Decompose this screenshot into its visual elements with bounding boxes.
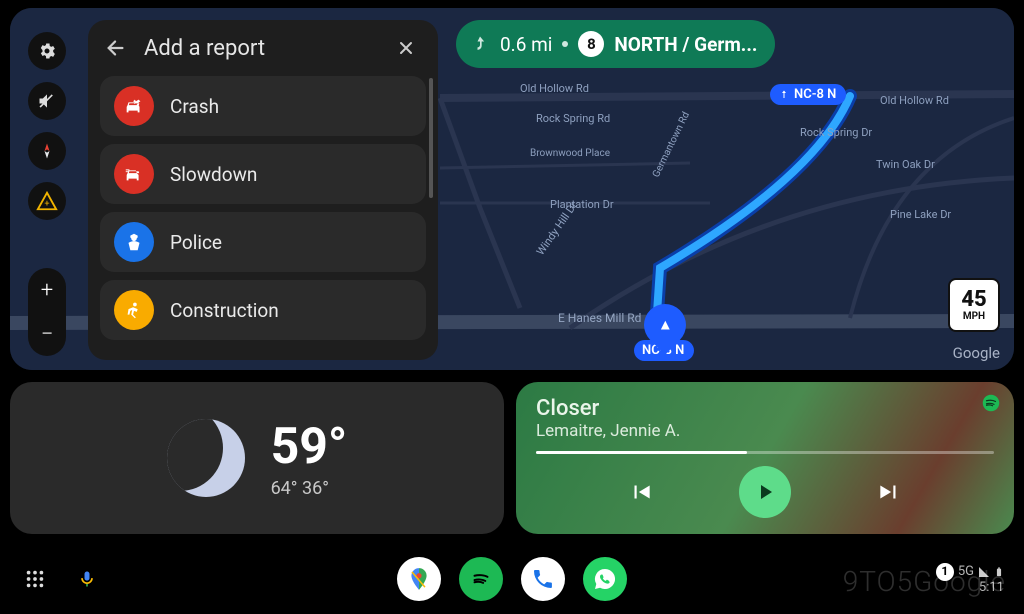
play-button[interactable] [739, 466, 791, 518]
close-button[interactable] [392, 34, 420, 62]
dock: 1 5G 5:11 [0, 544, 1024, 614]
previous-track-button[interactable] [623, 474, 659, 510]
report-panel-title: Add a report [144, 36, 378, 61]
report-item-label: Construction [170, 299, 279, 322]
app-maps[interactable] [397, 557, 441, 601]
weather-temperature: 59° [271, 418, 348, 476]
road-label: Brownwood Place [530, 148, 610, 159]
road-label: Twin Oak Dr [876, 158, 935, 171]
route-shield: 8 [578, 31, 604, 57]
report-panel: Add a report Crash Slowdown Police [88, 20, 438, 360]
road-label: Rock Spring Rd [536, 112, 610, 125]
zoom-out-button[interactable]: − [28, 312, 66, 356]
weather-card[interactable]: 59° 64° 36° [10, 382, 504, 534]
svg-text:+: + [44, 200, 49, 210]
compass-button[interactable] [28, 132, 66, 170]
crash-icon [114, 86, 154, 126]
road-label: Old Hollow Rd [520, 82, 589, 95]
separator-dot [562, 41, 568, 47]
direction-banner[interactable]: 0.6 mi 8 NORTH / Germ... [456, 20, 775, 68]
road-label: Plantation Dr [550, 198, 614, 211]
road-label: E Hanes Mill Rd [558, 311, 641, 325]
road-label: Rock Spring Dr [800, 126, 872, 139]
slowdown-icon [114, 154, 154, 194]
clock: 5:11 [979, 581, 1004, 595]
report-item-police[interactable]: Police [100, 212, 426, 272]
battery-icon [994, 565, 1004, 579]
network-indicator: 5G [958, 565, 974, 579]
media-progress-fill [536, 451, 747, 454]
scrollbar[interactable] [429, 78, 433, 198]
report-item-slowdown[interactable]: Slowdown [100, 144, 426, 204]
media-progress-bar[interactable] [536, 451, 994, 454]
spotify-icon [982, 394, 1000, 412]
zoom-in-button[interactable]: + [28, 268, 66, 312]
back-button[interactable] [102, 34, 130, 62]
direction-road-name: NORTH / Germ... [614, 33, 757, 56]
weather-high-low: 64° 36° [271, 478, 329, 499]
app-whatsapp[interactable] [583, 557, 627, 601]
report-item-crash[interactable]: Crash [100, 76, 426, 136]
app-spotify[interactable] [459, 557, 503, 601]
speed-limit-unit: MPH [963, 311, 985, 322]
construction-icon [114, 290, 154, 330]
report-item-label: Crash [170, 95, 219, 118]
mute-button[interactable] [28, 82, 66, 120]
voice-assistant-button[interactable] [72, 564, 102, 594]
police-icon [114, 222, 154, 262]
report-item-label: Police [170, 231, 222, 254]
app-phone[interactable] [521, 557, 565, 601]
notification-badge[interactable]: 1 [936, 563, 954, 581]
zoom-control: + − [28, 268, 66, 356]
media-card[interactable]: Closer Lemaitre, Jennie A. [516, 382, 1014, 534]
direction-distance: 0.6 mi [500, 33, 552, 56]
media-artist: Lemaitre, Jennie A. [536, 421, 994, 441]
report-item-construction[interactable]: Construction [100, 280, 426, 340]
next-track-button[interactable] [871, 474, 907, 510]
speed-limit-sign: 45 MPH [948, 278, 1000, 332]
report-item-label: Slowdown [170, 163, 257, 186]
speed-limit-value: 45 [961, 289, 986, 311]
signal-icon [978, 566, 990, 578]
road-label: Pine Lake Dr [890, 208, 951, 221]
turn-arrow-icon [470, 34, 490, 54]
route-badge: NC-8 N [770, 84, 846, 105]
moon-icon [167, 419, 245, 497]
map-attribution: Google [953, 344, 1000, 362]
report-list: Crash Slowdown Police Construction [88, 72, 438, 348]
map-card: Old Hollow Rd Old Hollow Rd Rock Spring … [10, 8, 1014, 370]
status-bar: 1 5G 5:11 [936, 563, 1004, 595]
settings-button[interactable] [28, 32, 66, 70]
report-hazard-button[interactable]: + [28, 182, 66, 220]
app-launcher-button[interactable] [20, 564, 50, 594]
media-title: Closer [536, 396, 994, 421]
road-label: Old Hollow Rd [880, 94, 949, 107]
